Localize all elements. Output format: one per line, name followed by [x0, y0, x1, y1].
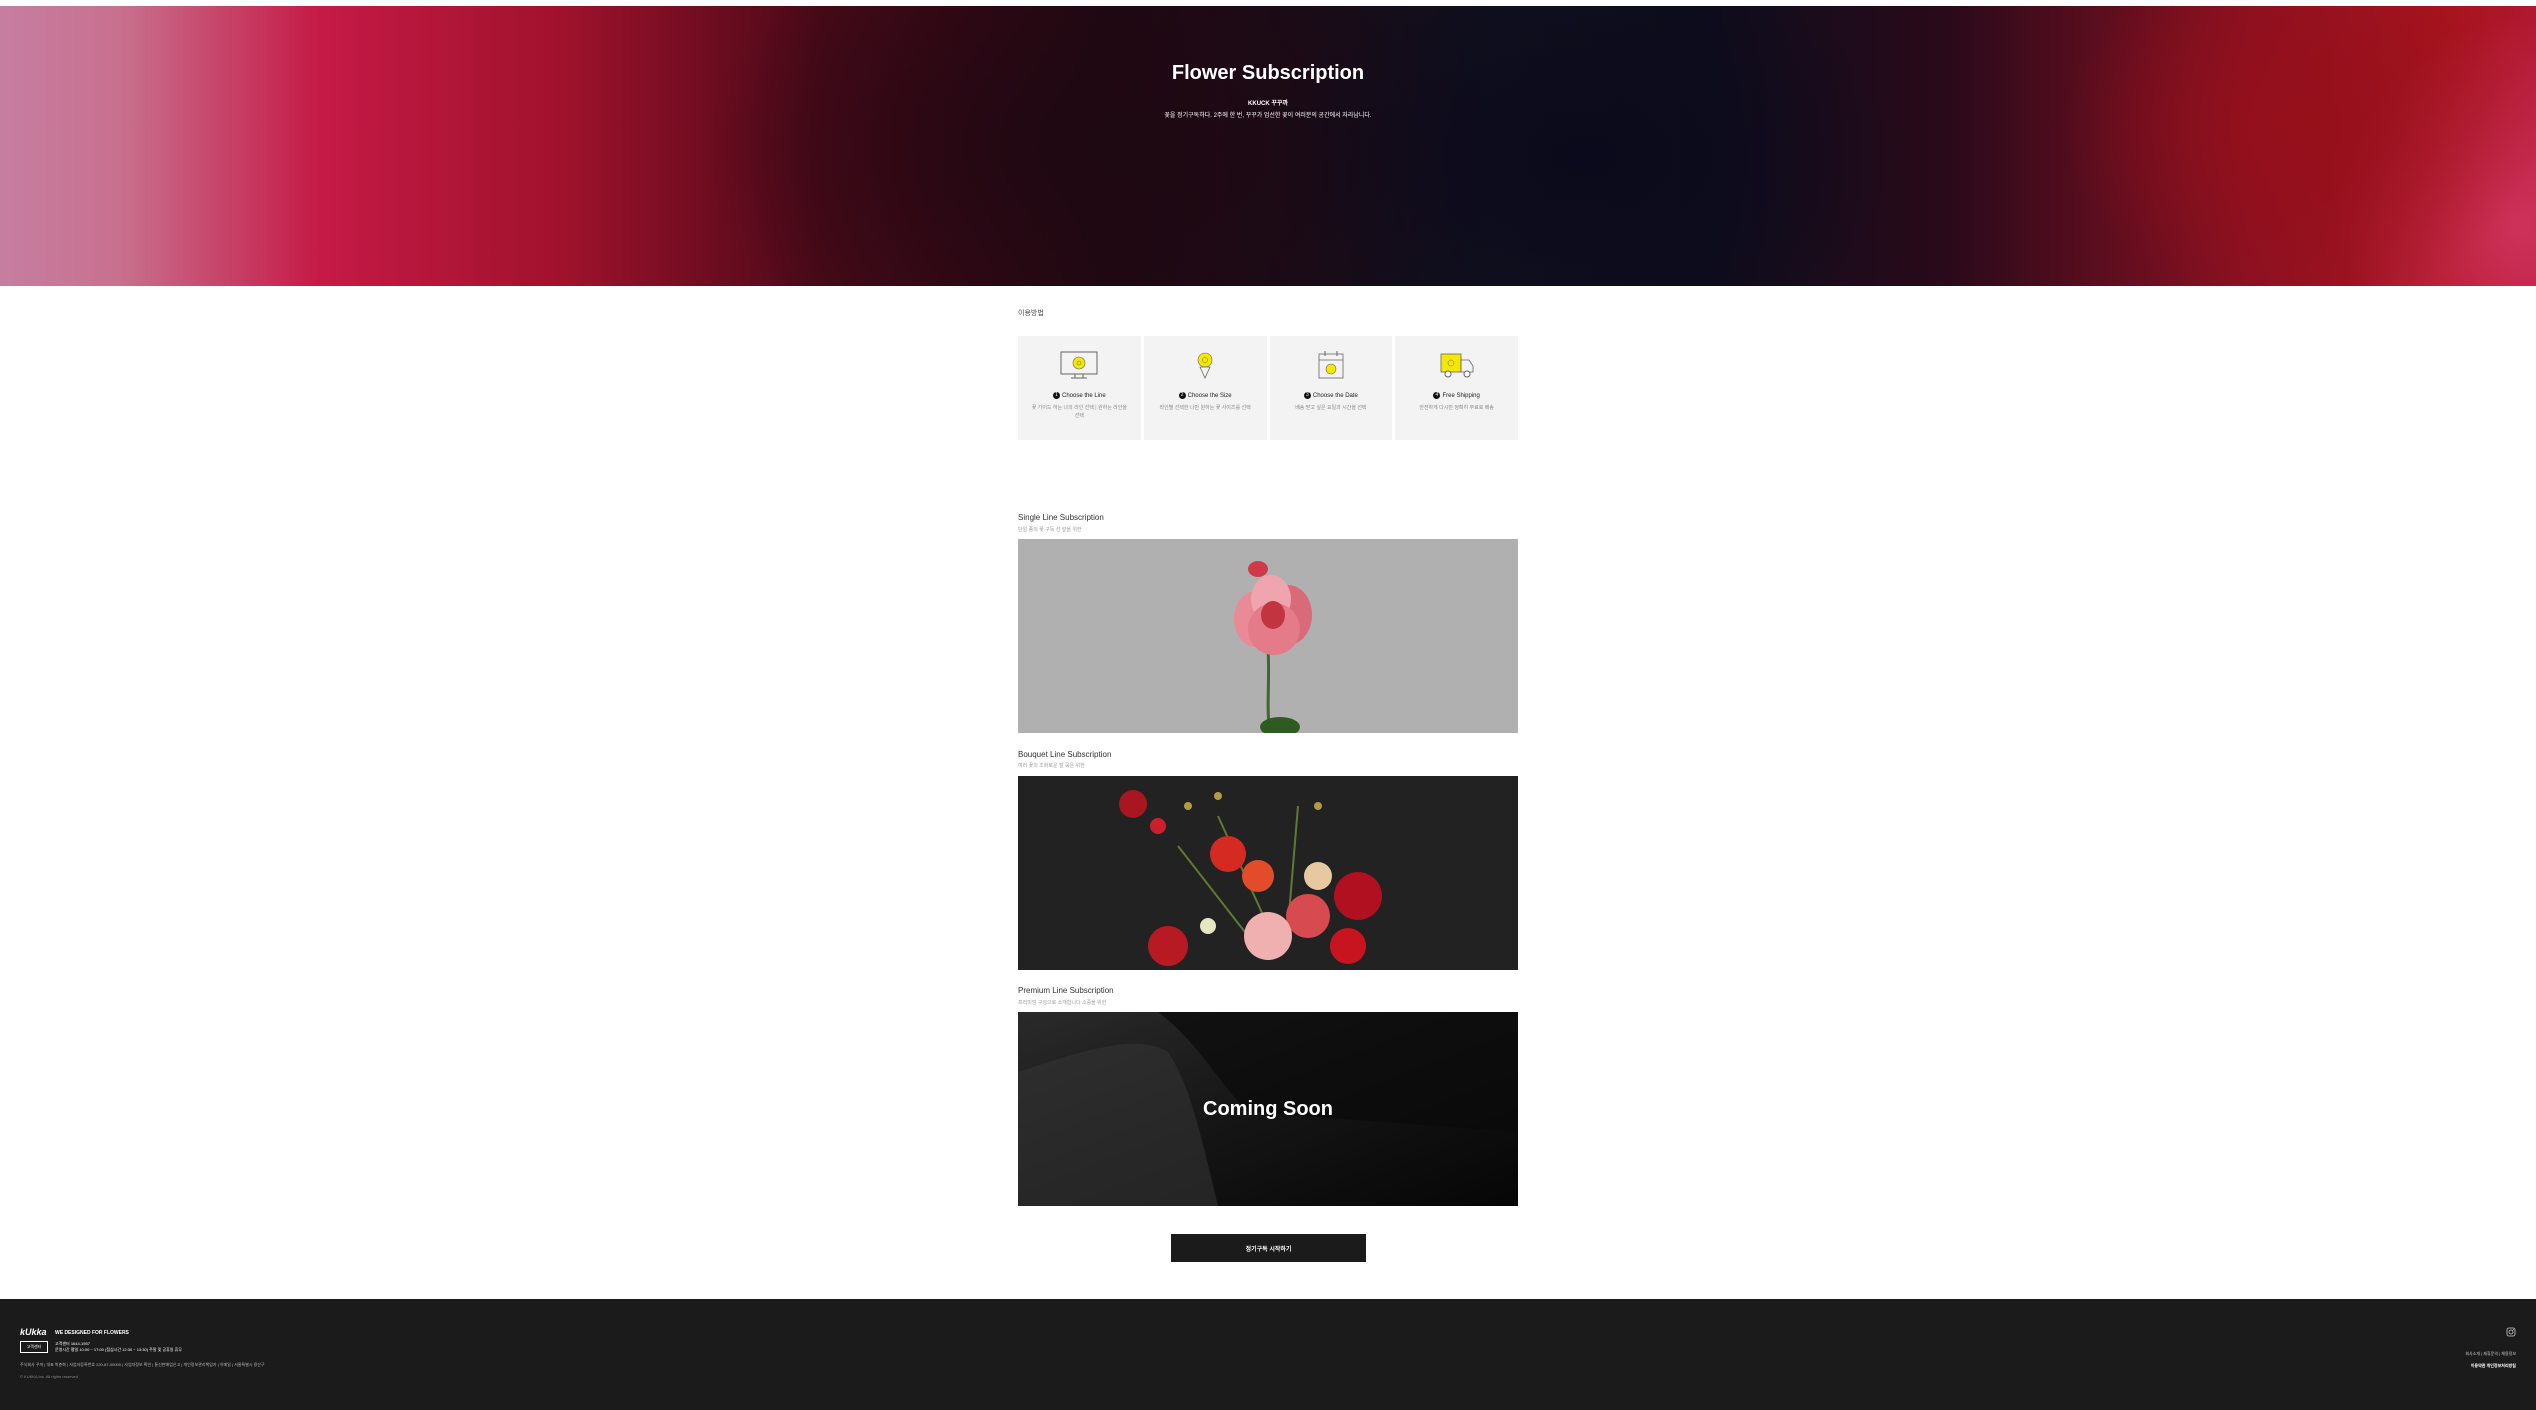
step-desc: 배송 받고 싶은 요일과 시간을 선택 [1295, 405, 1367, 411]
footer-cs-badge: 고객센터 [20, 1341, 48, 1353]
step-number: 1 [1053, 392, 1061, 399]
single-line-banner[interactable] [1018, 539, 1518, 733]
footer-links-policy[interactable]: 이용약관 개인정보처리방침 [2471, 1363, 2516, 1369]
step-desc: 꽃 가이드 하는 나의 라인 선택 | 원하는 라인을 선택 [1031, 405, 1127, 419]
page-title: Flower Subscription [1171, 62, 1365, 84]
footer-cs-info: 고객센터 1644-1957 운영시간 평일 10:00 ~ 17:00 (점심… [55, 1341, 182, 1353]
footer-cs-hours: 운영시간 평일 10:00 ~ 17:00 (점심시간 12:30 ~ 13:3… [55, 1347, 182, 1352]
step-label: Choose the Size [1187, 393, 1232, 400]
start-subscription-button[interactable]: 정기구독 시작하기 [1171, 1234, 1366, 1262]
how-to-steps: 1 Choose the Line 꽃 가이드 하는 나의 라인 선택 | 원하는… [1018, 336, 1518, 440]
footer: kUkka WE DESIGNED FOR FLOWERS 고객센터 고객센터 … [0, 1299, 2536, 1410]
hero-tagline: 꽃을 정기구독하다. 2주에 한 번, 꾸꾸가 엄선한 꽃이 여러분의 공간에서… [1164, 113, 1372, 119]
bouquet-line-title: Bouquet Line Subscription [1018, 750, 1112, 759]
single-line-title: Single Line Subscription [1018, 513, 1104, 522]
footer-logo[interactable]: kUkka [20, 1327, 47, 1337]
step-number: 4 [1433, 392, 1441, 399]
how-to-title: 이용방법 [1018, 310, 1044, 317]
instagram-icon[interactable] [2506, 1327, 2516, 1337]
delivery-truck-icon [1440, 353, 1474, 378]
hero-brand: KKUCK 꾸꾸까 [1248, 101, 1288, 107]
step-choose-date: 3 Choose the Date 배송 받고 싶은 요일과 시간을 선택 [1269, 336, 1393, 440]
bouquet-image [1018, 776, 1518, 970]
step-label: Choose the Date [1312, 393, 1358, 400]
footer-links-company[interactable]: 회사소개 | 제휴문의 | 채용정보 [2465, 1351, 2516, 1357]
footer-slogan: WE DESIGNED FOR FLOWERS [55, 1330, 129, 1336]
step-free-shipping: 4 Free Shipping 안전하게 다시만 정확히 무료로 배송 [1395, 336, 1518, 440]
step-number: 3 [1303, 392, 1311, 399]
flower-monitor-icon [1060, 351, 1098, 379]
step-label: Free Shipping [1442, 393, 1480, 400]
coming-soon-overlay: Coming Soon [1203, 1098, 1333, 1120]
hero-banner: Flower Subscription KKUCK 꾸꾸까 꽃을 정기구독하다.… [0, 6, 2536, 286]
step-number: 2 [1178, 392, 1186, 399]
premium-line-banner[interactable]: Coming Soon [1018, 1012, 1518, 1206]
bouquet-line-banner[interactable] [1018, 776, 1518, 970]
footer-company-info: 주식회사 꾸까 | 대표 박춘화 | 사업자등록번호 220-87-00000 … [20, 1362, 265, 1367]
bouquet-icon [1197, 352, 1213, 379]
calendar-icon [1318, 351, 1344, 379]
single-flower-image [1018, 539, 1518, 733]
footer-copyright: © KUKKA Inc. All rights reserved [20, 1374, 78, 1379]
premium-line-desc: 프리미엄 구성으로 소개합니다 소중을 위한 [1018, 1000, 1107, 1006]
premium-coming-soon-image: Coming Soon [1018, 1012, 1518, 1206]
step-choose-size: 2 Choose the Size 라인별 선택한 나만 원하는 꽃 사이즈를 선… [1143, 336, 1267, 440]
step-label: Choose the Line [1062, 393, 1106, 400]
single-line-desc: 단일 종의 꽃 구독 선 앞을 위한 [1018, 527, 1082, 533]
premium-line-title: Premium Line Subscription [1018, 986, 1114, 995]
step-desc: 라인별 선택한 나만 원하는 꽃 사이즈를 선택 [1159, 405, 1251, 411]
bouquet-line-desc: 여러 꽃의 조화로운 잘 묶은 위한 [1018, 763, 1085, 769]
step-choose-line: 1 Choose the Line 꽃 가이드 하는 나의 라인 선택 | 원하는… [1018, 336, 1141, 440]
step-desc: 안전하게 다시만 정확히 무료로 배송 [1419, 405, 1494, 411]
